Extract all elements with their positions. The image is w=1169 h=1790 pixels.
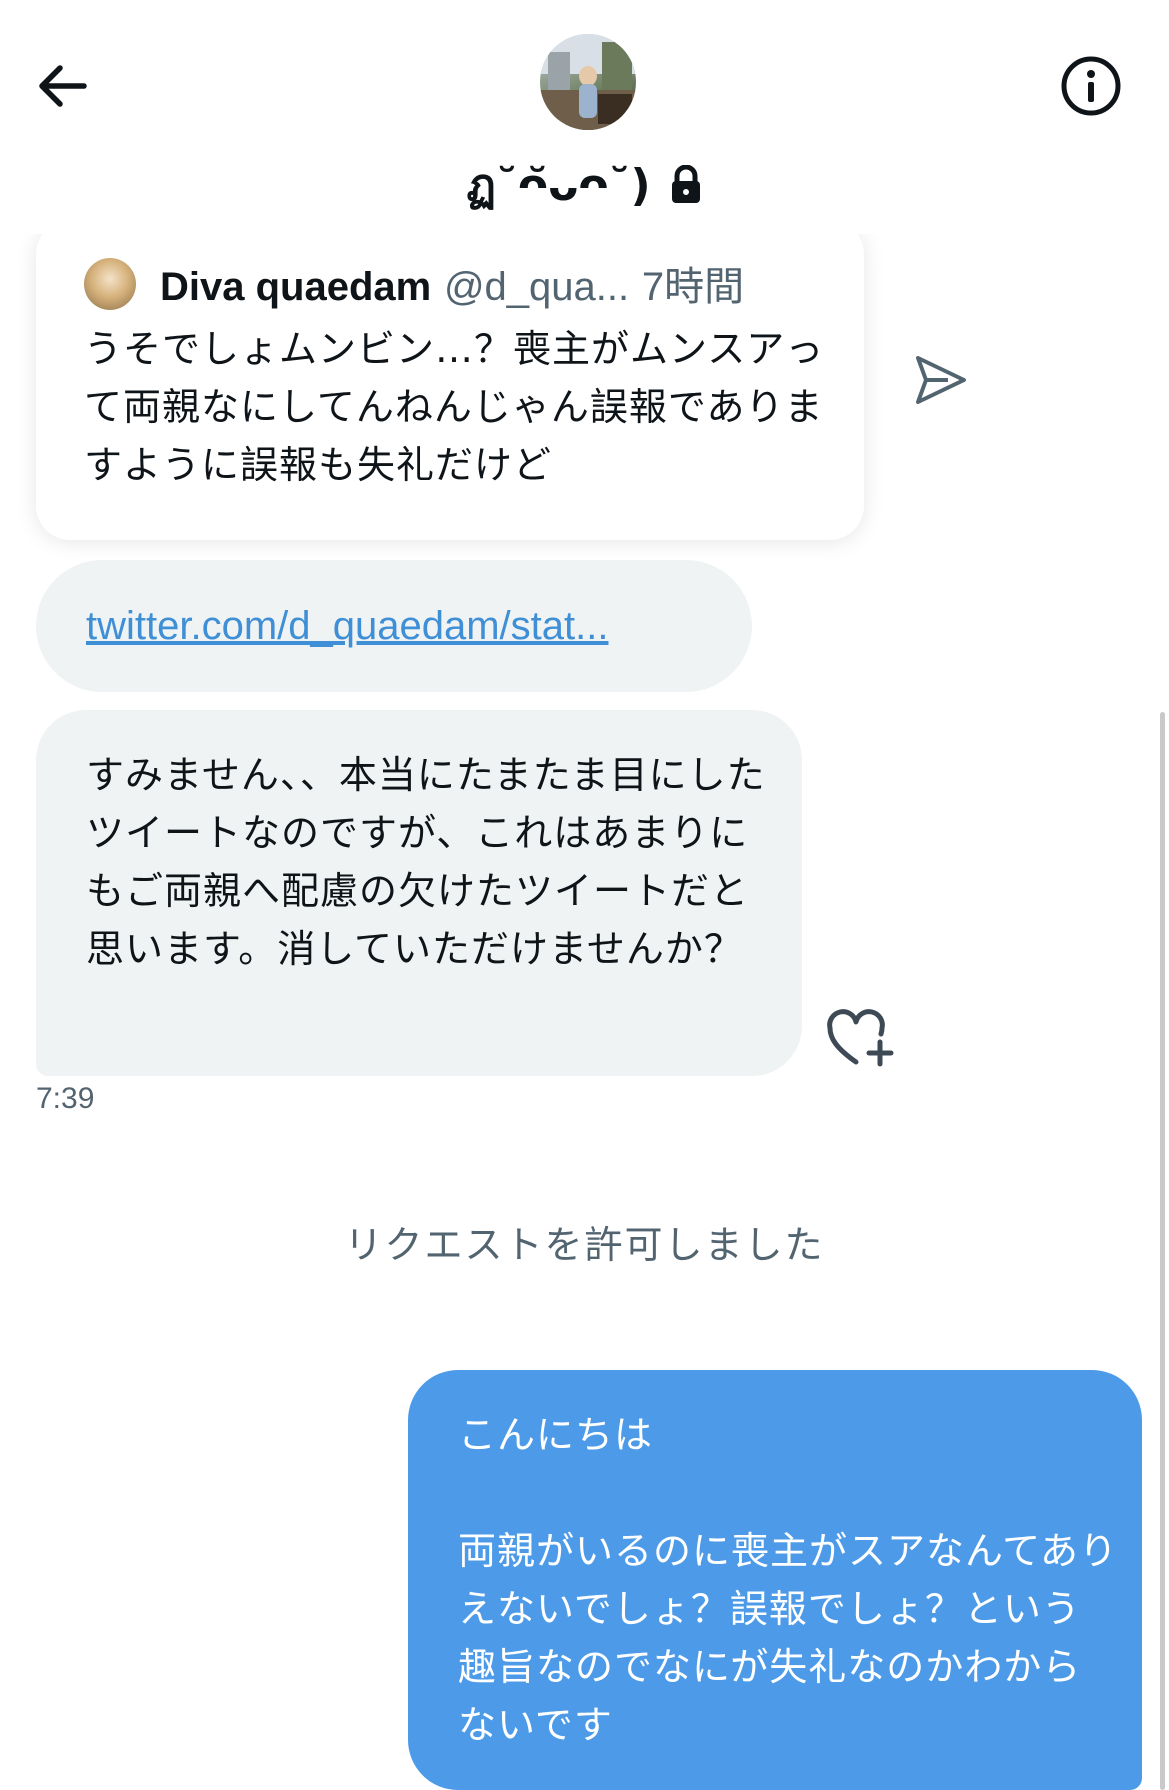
received-message-bubble[interactable]: すみません、、本当にたまたま目にしたツイートなのですが、これはあまりにもご両親へ…: [36, 710, 802, 1076]
tweet-author-handle: @d_qua...: [443, 265, 630, 309]
conversation-header: ฏ˘ᴖ̆ᴗᴖ˘): [0, 0, 1169, 234]
tweet-author-avatar: [84, 258, 136, 310]
back-button[interactable]: [26, 50, 98, 122]
sent-message-text: こんにちは 両親がいるのに喪主がスアなんてありえないでしょ？誤報でしょ？という趣…: [458, 1413, 1118, 1747]
scrollbar[interactable]: [1160, 712, 1165, 1790]
dm-conversation-screen: ฏ˘ᴖ̆ᴗᴖ˘) Diva quaedam @d_qua... 7時間 うそでし…: [0, 0, 1169, 1790]
tweet-time: 7時間: [641, 265, 745, 309]
tweet-text: うそでしょムンビン…？喪主がムンスアって両親なにしてんねんじゃん誤報でありますよ…: [84, 327, 825, 487]
received-message-text: すみません、、本当にたまたま目にしたツイートなのですが、これはあまりにもご両親へ…: [86, 753, 766, 971]
info-button[interactable]: [1055, 50, 1127, 122]
conversation-title-text: ฏ˘ᴖ̆ᴗᴖ˘): [466, 160, 651, 211]
link-message-bubble: twitter.com/d_quaedam/stat...: [36, 560, 752, 692]
message-timestamp: 7:39: [36, 1082, 95, 1115]
heart-plus-icon: [827, 1009, 894, 1067]
system-message: リクエストを許可しました: [344, 1223, 825, 1267]
tweet-author-name: Diva quaedam: [160, 265, 432, 309]
share-icon: [916, 356, 966, 404]
arrow-left-icon: [39, 65, 87, 107]
share-button[interactable]: [908, 348, 972, 412]
conversation-title: ฏ˘ᴖ̆ᴗᴖ˘): [0, 150, 1169, 220]
react-button[interactable]: [826, 1006, 896, 1070]
sent-message-bubble[interactable]: こんにちは 両親がいるのに喪主がスアなんてありえないでしょ？誤報でしょ？という趣…: [408, 1370, 1142, 1790]
quoted-tweet-card[interactable]: Diva quaedam @d_qua... 7時間 うそでしょムンビン…？喪主…: [36, 220, 864, 540]
info-icon: [1061, 56, 1121, 116]
lock-icon: [671, 165, 700, 203]
avatar[interactable]: [540, 34, 636, 130]
tweet-header: Diva quaedam @d_qua... 7時間: [160, 254, 744, 312]
tweet-link[interactable]: twitter.com/d_quaedam/stat...: [86, 604, 608, 649]
